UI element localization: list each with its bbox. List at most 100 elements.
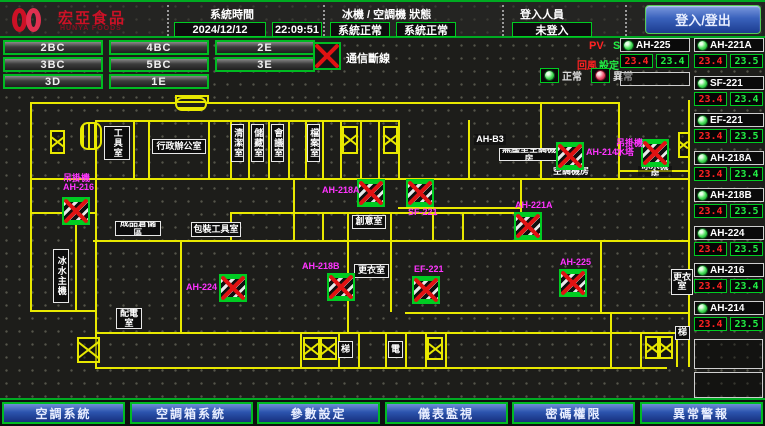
wall-line	[398, 120, 400, 178]
floor-button-3D[interactable]: 3D	[3, 74, 103, 89]
device-pv-value-AH-225: 23.4	[620, 54, 653, 68]
device-tile-SF-221[interactable]: SF-221	[694, 76, 764, 90]
stair-icon	[80, 122, 102, 150]
equipment-icon-AH-224[interactable]	[219, 274, 247, 302]
chiller-status-display: 系統正常	[330, 22, 390, 37]
wall-line	[288, 120, 290, 178]
wall-line	[30, 102, 32, 312]
menu-button-5[interactable]: 密碼權限	[512, 402, 635, 424]
elevator-x-icon	[320, 337, 337, 360]
wall-line	[30, 310, 97, 312]
top-bar: 宏亞食品 HUNYA FOODS 系統時間 2024/12/12 22:09:5…	[0, 0, 765, 38]
floor-button-4BC[interactable]: 4BC	[109, 40, 209, 55]
device-status-lamp-icon	[623, 40, 634, 51]
floor-button-1E[interactable]: 1E	[109, 74, 209, 89]
wall-line	[207, 95, 209, 104]
device-pv-value-AH-218A: 23.4	[694, 167, 727, 181]
floor-button-2E[interactable]: 2E	[215, 40, 315, 55]
device-pv-value-AH-218B: 23.4	[694, 204, 727, 218]
wall-line	[300, 332, 302, 367]
room-label: 包裝工具室	[191, 222, 241, 237]
equipment-icon-AH-214[interactable]	[556, 142, 584, 170]
login-status-display: 未登入	[512, 22, 592, 37]
wall-line	[405, 312, 688, 314]
menu-button-4[interactable]: 儀表監視	[385, 402, 508, 424]
elevator-x-icon	[659, 336, 673, 359]
wall-line	[148, 120, 150, 178]
device-tile-AH-218A[interactable]: AH-218A	[694, 151, 764, 165]
device-name: AH-214	[710, 303, 744, 314]
device-tile-AH-225[interactable]: AH-225	[620, 38, 690, 52]
equipment-tag-AH-218B: AH-218B	[302, 262, 340, 271]
floor-button-3BC[interactable]: 3BC	[3, 57, 103, 72]
elevator-x-icon	[645, 336, 659, 359]
device-sv-value-AH-214: 23.5	[730, 317, 763, 331]
room-label: 行政辦公室	[152, 139, 206, 154]
wall-line	[468, 120, 470, 178]
stairwell-x-icon	[50, 130, 65, 154]
device-tile-AH-214[interactable]: AH-214	[694, 301, 764, 315]
divider	[502, 5, 504, 36]
room-label: 會議室	[271, 124, 284, 162]
pv-column-label: PV	[589, 40, 604, 52]
wall-line	[360, 120, 362, 178]
equipment-icon-SF-221[interactable]	[406, 179, 434, 207]
wall-line	[230, 212, 522, 214]
wall-line	[358, 332, 360, 367]
device-status-lamp-icon	[697, 115, 708, 126]
equipment-icon-EF-221[interactable]	[412, 276, 440, 304]
device-sv-value-AH-221A: 23.5	[730, 54, 763, 68]
equipment-icon-AH-218A[interactable]	[357, 179, 385, 207]
room-label: 梯	[338, 341, 353, 358]
legend-normal: 正常	[540, 68, 582, 83]
wall-line	[322, 212, 324, 240]
room-label: 檔案室	[307, 124, 320, 162]
login-logout-button[interactable]: 登入/登出	[645, 5, 761, 34]
device-sv-value-EF-221: 23.5	[730, 129, 763, 143]
equipment-tag-AH-218A: AH-218A	[322, 186, 360, 195]
room-label: 無塵室空調機房	[499, 148, 559, 161]
equipment-icon-AH-216[interactable]	[62, 197, 90, 225]
equipment-icon-AH-225[interactable]	[559, 269, 587, 297]
equipment-icon-AH-218B[interactable]	[327, 273, 355, 301]
device-name: AH-224	[710, 228, 744, 239]
system-clock-display: 22:09:51	[272, 22, 322, 37]
device-pv-value-SF-221: 23.4	[694, 92, 727, 106]
device-tile-AH-218B[interactable]: AH-218B	[694, 188, 764, 202]
stairwell-x-icon	[678, 132, 690, 158]
menu-button-2[interactable]: 空調箱系統	[130, 402, 253, 424]
wall-line	[268, 120, 270, 178]
device-pv-value-AH-224: 23.4	[694, 242, 727, 256]
device-status-lamp-icon	[697, 303, 708, 314]
floor-button-3E[interactable]: 3E	[215, 57, 315, 72]
device-pv-value-AH-214: 23.4	[694, 317, 727, 331]
device-tile-EF-221[interactable]: EF-221	[694, 113, 764, 127]
wall-line	[208, 120, 210, 178]
wall-line	[75, 212, 77, 310]
floor-button-2BC[interactable]: 2BC	[3, 40, 103, 55]
menu-button-1[interactable]: 空調系統	[2, 402, 125, 424]
device-status-lamp-icon	[697, 78, 708, 89]
stairwell-x-icon	[342, 126, 358, 154]
room-label: 儲藏室	[251, 124, 264, 162]
brand-name-en: HUNYA FOODS	[60, 25, 122, 32]
room-label: 工具室	[104, 126, 130, 160]
menu-button-3[interactable]: 參數設定	[257, 402, 380, 424]
hmi-screen: 宏亞食品 HUNYA FOODS 系統時間 2024/12/12 22:09:5…	[0, 0, 765, 426]
menu-button-6[interactable]: 異常警報	[640, 402, 763, 424]
wall-line	[405, 332, 407, 367]
divider	[167, 5, 169, 36]
equipment-tag-SF-221: SF-221	[408, 208, 438, 217]
device-tile-AH-221A[interactable]: AH-221A	[694, 38, 764, 52]
wall-line	[640, 332, 642, 367]
equipment-icon-AH-221A[interactable]	[514, 212, 542, 240]
device-status-lamp-icon	[697, 265, 708, 276]
wall-line	[445, 332, 447, 367]
device-tile-AH-216[interactable]: AH-216	[694, 263, 764, 277]
device-tile-AH-224[interactable]: AH-224	[694, 226, 764, 240]
device-sv-value-AH-216: 23.4	[730, 279, 763, 293]
device-pv-value-AH-221A: 23.4	[694, 54, 727, 68]
equipment-icon-CT-1[interactable]	[641, 139, 669, 167]
abnormal-lamp-icon	[591, 68, 610, 83]
floor-button-5BC[interactable]: 5BC	[109, 57, 209, 72]
